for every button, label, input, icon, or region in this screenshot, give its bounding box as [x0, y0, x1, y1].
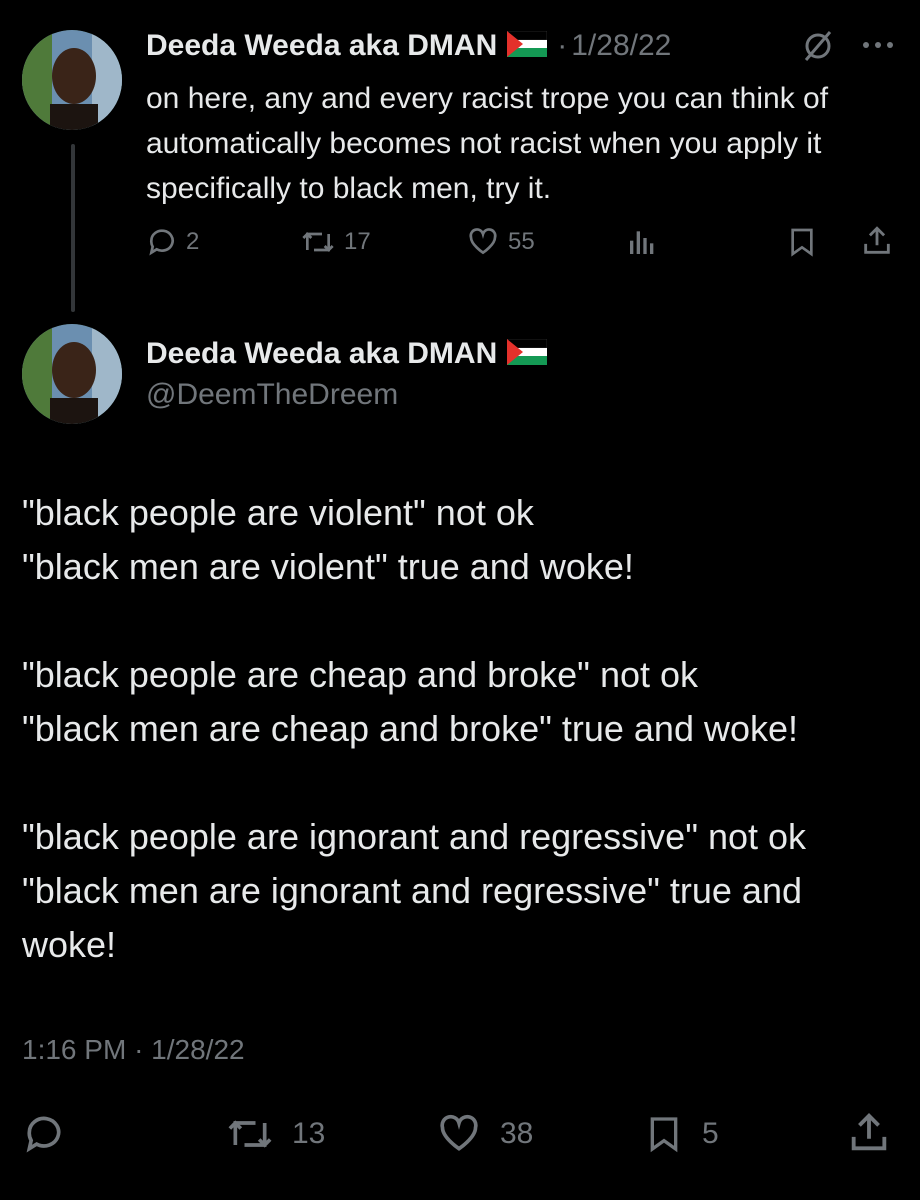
tweet-line: "black men are ignorant and regressive" …: [22, 870, 802, 965]
like-button[interactable]: 38: [436, 1112, 533, 1156]
tweet-line: "black men are cheap and broke" true and…: [22, 708, 799, 749]
analytics-button[interactable]: [626, 226, 658, 258]
share-icon: [851, 1113, 887, 1151]
repost-button[interactable]: 17: [300, 226, 371, 258]
share-icon: [864, 226, 890, 254]
reply-count: 2: [186, 228, 200, 255]
reply-icon: [149, 229, 174, 256]
like-count: 38: [500, 1117, 534, 1150]
bookmark-count: 5: [702, 1117, 719, 1150]
tweet-time: 1:16 PM: [22, 1034, 127, 1065]
repost-icon: [228, 1120, 272, 1148]
share-button[interactable]: [860, 224, 894, 258]
palestine-flag-icon: [507, 338, 548, 370]
like-button[interactable]: 55: [466, 226, 535, 258]
avatar[interactable]: [22, 324, 122, 424]
reply-text: on here, any and every racist trope you …: [146, 82, 829, 205]
main-header: Deeda Weeda aka DMAN: [146, 334, 548, 374]
tweet-date[interactable]: 1/28/22: [571, 29, 671, 63]
repost-count: 17: [344, 228, 371, 255]
handle[interactable]: @DeemTheDreem: [146, 378, 398, 412]
bookmark-button[interactable]: [786, 226, 818, 258]
grok-icon[interactable]: [800, 28, 836, 69]
tweet-date: 1/28/22: [151, 1034, 245, 1065]
bookmark-button[interactable]: 5: [644, 1112, 719, 1156]
like-count: 55: [508, 228, 535, 255]
reply-button[interactable]: 2: [146, 226, 199, 258]
repost-button[interactable]: 13: [226, 1112, 325, 1156]
bookmark-icon: [791, 228, 813, 257]
tweet-text: "black people are violent" not ok "black…: [22, 486, 902, 972]
tweet-line: "black people are ignorant and regressiv…: [22, 816, 807, 857]
reply-icon: [26, 1116, 61, 1153]
tweet-line: "black people are violent" not ok: [22, 492, 534, 533]
share-button[interactable]: [846, 1110, 892, 1156]
reply-button[interactable]: [22, 1112, 66, 1156]
bookmark-icon: [650, 1117, 678, 1153]
more-icon[interactable]: [860, 30, 896, 65]
thread-line: [71, 144, 75, 312]
tweet-timestamp[interactable]: 1:16 PM · 1/28/22: [22, 1034, 245, 1066]
separator: ·: [134, 1034, 144, 1065]
palestine-flag-icon: [507, 30, 548, 62]
repost-count: 13: [292, 1117, 326, 1150]
avatar[interactable]: [22, 30, 122, 130]
repost-icon: [302, 232, 334, 252]
display-name[interactable]: Deeda Weeda aka DMAN: [146, 337, 497, 371]
heart-icon: [469, 228, 497, 255]
reply-header: Deeda Weeda aka DMAN · 1/28/22: [146, 26, 671, 66]
heart-icon: [440, 1114, 478, 1151]
analytics-icon: [630, 231, 654, 254]
display-name[interactable]: Deeda Weeda aka DMAN: [146, 29, 497, 63]
tweet-line: "black people are cheap and broke" not o…: [22, 654, 699, 695]
separator: ·: [557, 29, 568, 62]
tweet-line: "black men are violent" true and woke!: [22, 546, 634, 587]
